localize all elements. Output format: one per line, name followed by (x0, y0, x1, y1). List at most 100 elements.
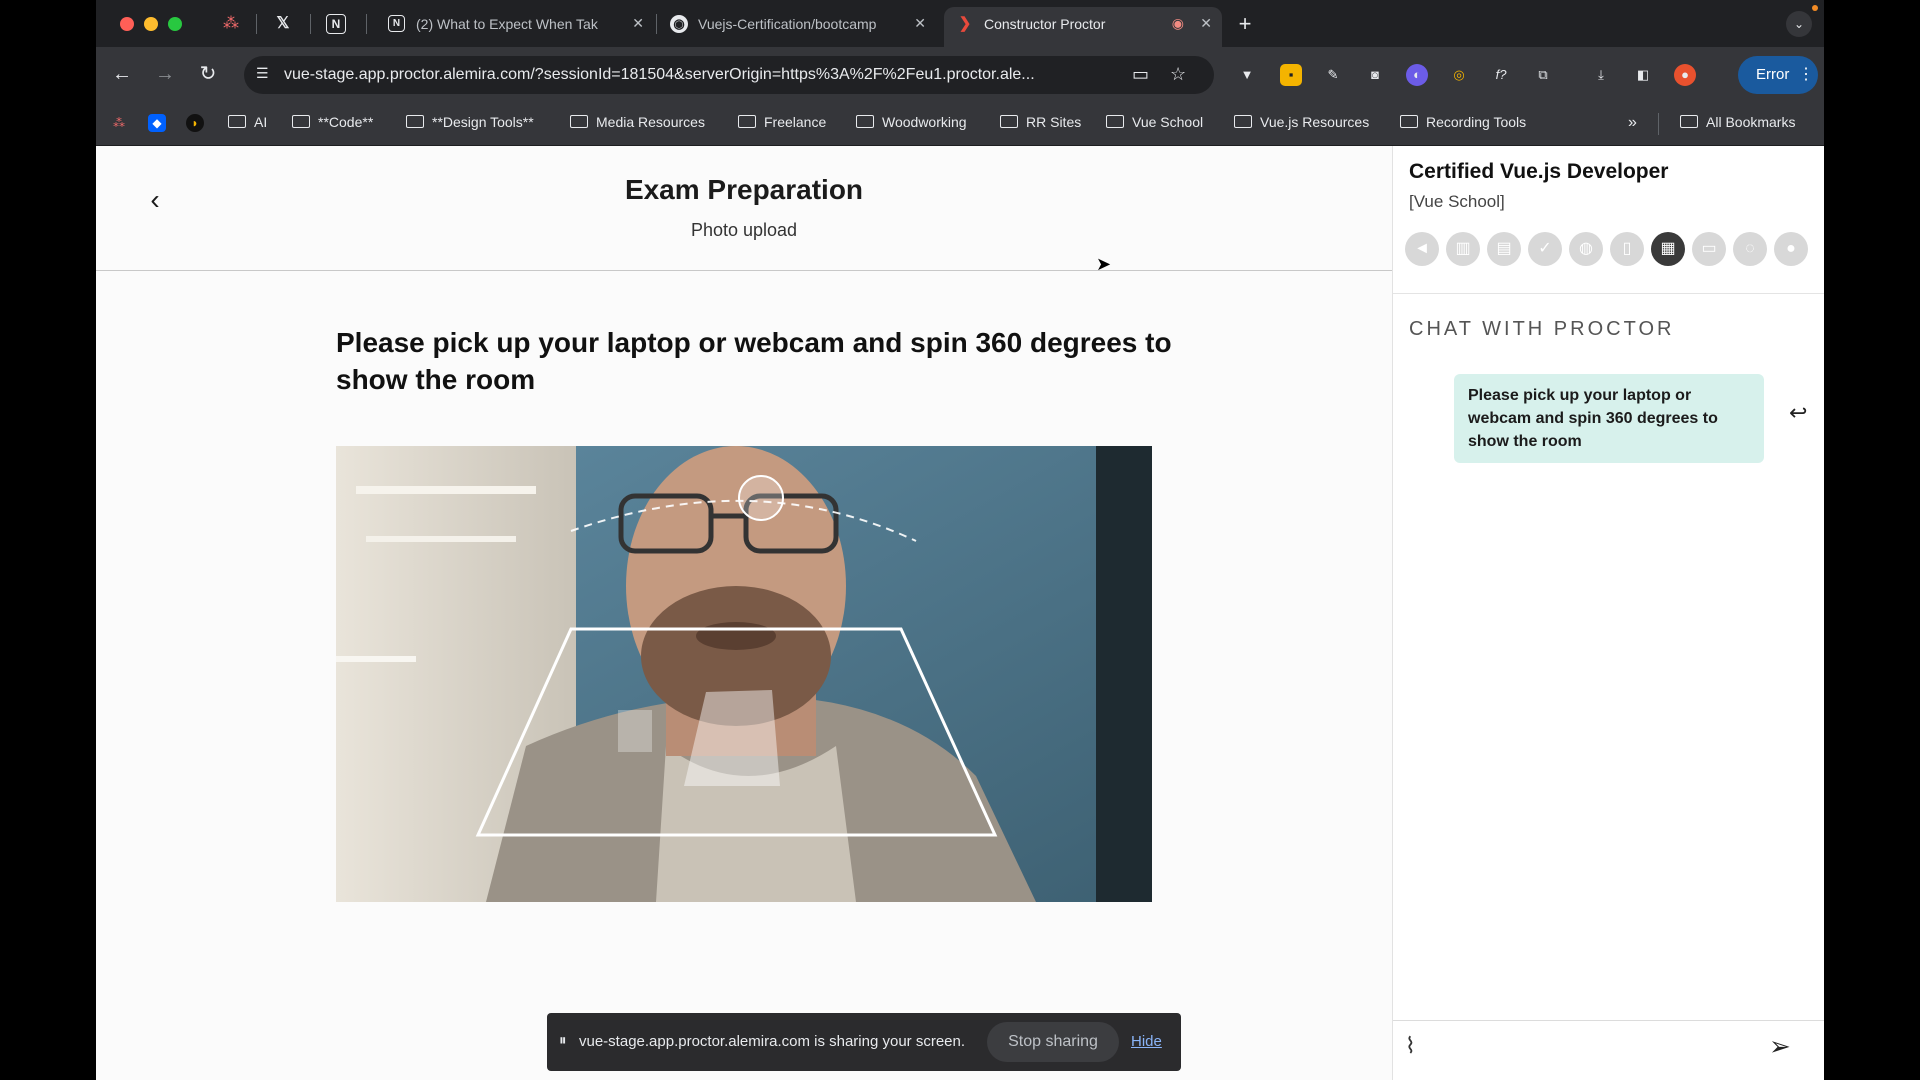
bookmark-folder[interactable]: Vue School (1106, 114, 1203, 130)
notion-pinned-tab-icon[interactable]: N (326, 14, 346, 34)
tab-notion[interactable]: N (2) What to Expect When Tak ✕ (376, 7, 654, 41)
x-pinned-tab-icon[interactable]: 𝕏 (272, 13, 294, 35)
tab-separator (256, 14, 257, 34)
reply-arrow-icon[interactable]: ↩ (1789, 400, 1807, 426)
extensions-puzzle-icon[interactable]: ⧉ (1532, 64, 1554, 86)
vue-devtools-extension-icon[interactable]: ▼ (1236, 64, 1258, 86)
bookmark-folder[interactable]: RR Sites (1000, 114, 1081, 130)
globe-icon[interactable]: ◍ (1569, 232, 1603, 266)
tab-separator (310, 14, 311, 34)
folder-icon (1400, 115, 1418, 128)
webcam-feed-image (336, 446, 1152, 902)
notification-dot (1812, 5, 1818, 11)
hide-link[interactable]: Hide (1131, 1033, 1162, 1050)
folder-icon (856, 115, 874, 128)
url-text: vue-stage.app.proctor.alemira.com/?sessi… (284, 66, 1035, 83)
stop-sharing-button[interactable]: Stop sharing (987, 1022, 1119, 1062)
folder-icon (1234, 115, 1252, 128)
side-panel-icon[interactable]: ◧ (1632, 64, 1654, 86)
document-icon[interactable]: ▯ (1610, 232, 1644, 266)
folder-icon (1106, 115, 1124, 128)
reload-icon[interactable]: ↻ (196, 62, 220, 86)
panel-divider (1393, 293, 1824, 294)
notion-icon: N (388, 15, 405, 32)
browser-window: ⁂ 𝕏 N N (2) What to Expect When Tak ✕ ◉ … (96, 0, 1824, 1080)
purple-extension-icon[interactable]: ◐ (1406, 64, 1428, 86)
spreadsheet-icon[interactable]: ▤ (1487, 232, 1521, 266)
page-title: Exam Preparation (624, 174, 864, 205)
tab-github[interactable]: ◉ Vuejs-Certification/bootcamp ✕ (658, 7, 936, 41)
checklist-icon[interactable]: ✓ (1528, 232, 1562, 266)
github-icon: ◉ (670, 15, 688, 33)
instruction-heading: Please pick up your laptop or webcam and… (336, 327, 1172, 395)
bookmark-folder[interactable]: Woodworking (856, 114, 967, 130)
bookmark-folder[interactable]: Vue.js Resources (1234, 114, 1369, 130)
download-icon[interactable]: ⤓ (1590, 64, 1612, 86)
book-icon[interactable]: ▥ (1446, 232, 1480, 266)
chat-section-label: CHAT WITH PROCTOR (1409, 318, 1675, 340)
dropbox-bookmark-icon[interactable]: ◆ (148, 114, 166, 132)
send-icon[interactable]: ➢ (1769, 1031, 1791, 1062)
paperclip-icon[interactable]: ⌇ (1405, 1033, 1416, 1059)
eye-off-icon[interactable]: ◌ (1733, 232, 1767, 266)
close-window-button[interactable] (120, 17, 134, 31)
error-button[interactable]: Error ⋮ (1738, 56, 1818, 94)
sticky-notes-extension-icon[interactable]: ▪ (1280, 64, 1302, 86)
profile-avatar[interactable]: ● (1674, 64, 1696, 86)
close-tab-icon[interactable]: ✕ (1200, 15, 1212, 32)
tab-title: Vuejs-Certification/bootcamp (698, 16, 877, 32)
folder-icon (1000, 115, 1018, 128)
error-label: Error (1756, 66, 1790, 83)
chat-icon[interactable]: ▭ (1692, 232, 1726, 266)
site-settings-icon[interactable]: ☰ (256, 65, 269, 82)
close-tab-icon[interactable]: ✕ (632, 15, 644, 32)
new-tab-icon[interactable]: + (1234, 13, 1256, 35)
browser-toolbar: ← → ↻ ☰ vue-stage.app.proctor.alemira.co… (96, 47, 1824, 103)
drag-handle-icon[interactable]: ⏸ (559, 1032, 567, 1049)
camera-in-use-icon[interactable]: ▭ (1132, 64, 1149, 85)
page-content: ‹ Exam Preparation Photo upload Please p… (96, 146, 1824, 1080)
asana-bookmark-icon[interactable]: ⁂ (110, 114, 128, 132)
bookmark-star-icon[interactable]: ☆ (1170, 64, 1186, 85)
bookmark-folder[interactable]: Freelance (738, 114, 826, 130)
screenshot-extension-icon[interactable]: ◙ (1364, 64, 1386, 86)
bookmarks-bar: ⁂ ◆ ◗ AI **Code** **Design Tools** Media… (96, 103, 1824, 146)
bookmark-folder[interactable]: Recording Tools (1400, 114, 1526, 130)
calculator-icon[interactable]: ▦ (1651, 232, 1685, 266)
tab-search-chevron-icon[interactable]: ⌄ (1786, 11, 1812, 37)
folder-icon (292, 115, 310, 128)
bookmark-separator (1658, 113, 1659, 135)
app-bookmark-icon[interactable]: ◗ (186, 114, 204, 132)
tab-separator (366, 14, 367, 34)
folder-icon (228, 115, 246, 128)
minimize-window-button[interactable] (144, 17, 158, 31)
back-arrow-icon[interactable]: ← (110, 62, 134, 86)
font-extension-icon[interactable]: f? (1490, 64, 1512, 86)
tab-title: Constructor Proctor (984, 16, 1106, 32)
megaphone-icon[interactable]: ◄ (1405, 232, 1439, 266)
bookmark-folder[interactable]: Media Resources (570, 114, 705, 130)
user-icon[interactable]: ● (1774, 232, 1808, 266)
bookmark-folder[interactable]: AI (228, 114, 267, 130)
screen-share-bar: ⏸ vue-stage.app.proctor.alemira.com is s… (547, 1013, 1181, 1071)
more-bookmarks-chevron-icon[interactable]: » (1628, 114, 1637, 132)
tab-constructor-proctor[interactable]: ❯ Constructor Proctor ◉ ✕ (944, 7, 1222, 47)
folder-icon (406, 115, 424, 128)
tab-title: (2) What to Expect When Tak (416, 16, 598, 32)
close-tab-icon[interactable]: ✕ (914, 15, 926, 32)
address-bar[interactable]: ☰ vue-stage.app.proctor.alemira.com/?ses… (244, 56, 1214, 94)
kebab-menu-icon: ⋮ (1798, 66, 1814, 83)
chat-input-bar[interactable]: ⌇ ➢ (1393, 1020, 1824, 1080)
maximize-window-button[interactable] (168, 17, 182, 31)
color-extension-icon[interactable]: ◎ (1448, 64, 1470, 86)
asana-pinned-tab-icon[interactable]: ⁂ (220, 13, 242, 35)
constructor-icon: ❯ (958, 15, 972, 32)
bookmark-folder[interactable]: **Design Tools** (406, 114, 534, 130)
folder-icon (570, 115, 588, 128)
forward-arrow-icon[interactable]: → (153, 62, 177, 86)
chat-message: Please pick up your laptop or webcam and… (1454, 374, 1764, 463)
all-bookmarks-folder[interactable]: All Bookmarks (1680, 114, 1795, 130)
page-header: ‹ Exam Preparation Photo upload (96, 146, 1392, 271)
bookmark-folder[interactable]: **Code** (292, 114, 373, 130)
color-picker-extension-icon[interactable]: ✎ (1322, 64, 1344, 86)
